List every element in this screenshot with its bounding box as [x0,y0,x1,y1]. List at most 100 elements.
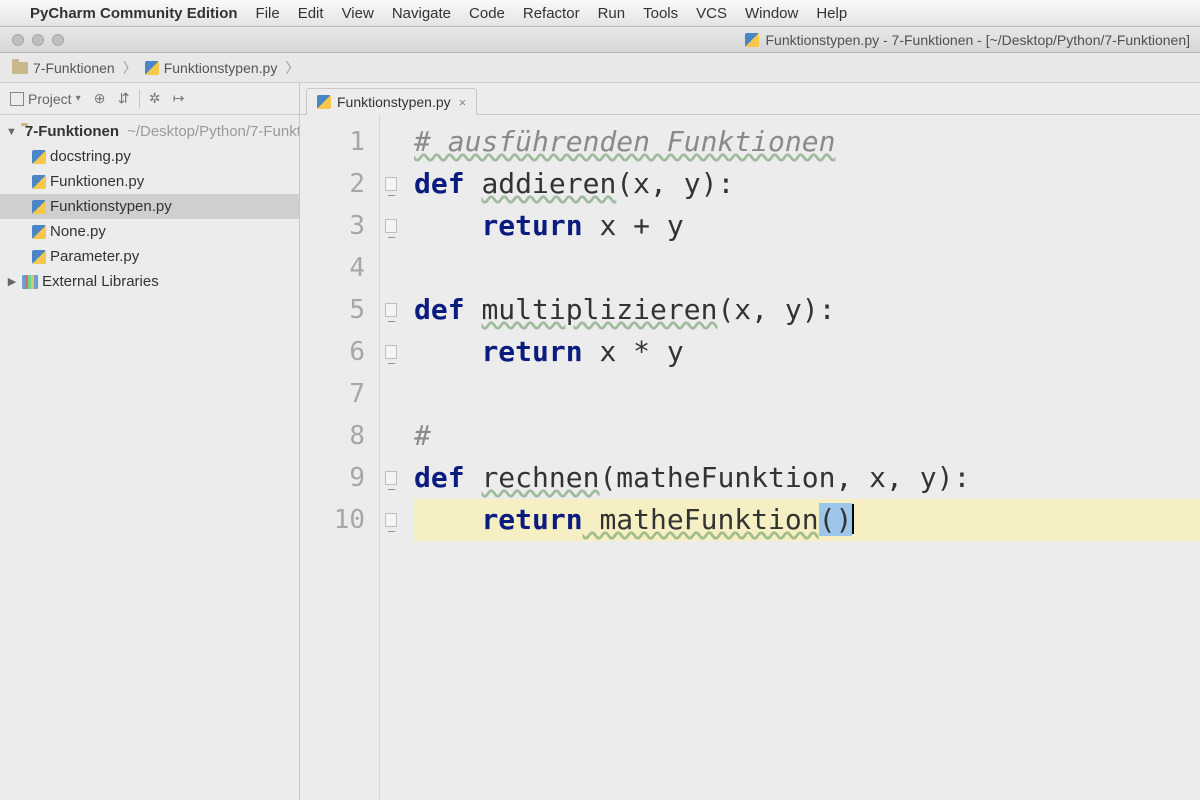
breadcrumb-folder-label: 7-Funktionen [33,60,115,76]
tree-file[interactable]: Parameter.py [0,244,299,269]
tree-root[interactable]: ▼ 7-Funktionen ~/Desktop/Python/7-Funkti… [0,119,299,144]
tree-external-libs[interactable]: ▶ External Libraries [0,269,299,294]
sidebar-toolbar: Project ▾ ⊕ ⇵ ✲ ↦ [0,83,299,115]
menu-window[interactable]: Window [745,5,798,22]
code-line[interactable]: return x + y [414,205,1200,247]
line-number: 7 [300,373,365,415]
code-line[interactable]: def multiplizieren(x, y): [414,289,1200,331]
code-line[interactable] [414,247,1200,289]
python-file-icon [145,61,159,75]
line-number-gutter: 12345678910 [300,115,380,800]
macos-menubar: PyCharm Community Edition File Edit View… [0,0,1200,27]
python-file-icon [745,33,759,47]
code-content[interactable]: # ausführenden Funktionen def addieren(x… [402,115,1200,800]
fold-toggle-icon[interactable] [385,177,397,191]
python-file-icon [317,95,331,109]
menu-edit[interactable]: Edit [298,5,324,22]
chevron-down-icon: ▾ [76,93,81,104]
line-number: 2 [300,163,365,205]
editor-tab-bar: Funktionstypen.py × [300,83,1200,115]
fold-toggle-icon[interactable] [385,471,397,485]
text-caret [852,504,854,534]
python-file-icon [32,175,46,189]
python-file-icon [32,150,46,164]
code-line-current[interactable]: return matheFunktion() [414,499,1200,541]
menu-code[interactable]: Code [469,5,505,22]
breadcrumb-file-label: Funktionstypen.py [164,60,278,76]
window-zoom-button[interactable] [52,34,64,46]
chevron-right-icon: 〉 [285,58,299,78]
fold-toggle-icon[interactable] [385,345,397,359]
chevron-right-icon: 〉 [123,58,137,78]
settings-gear-icon[interactable]: ✲ [146,90,164,108]
code-line[interactable] [414,373,1200,415]
tree-file-selected[interactable]: Funktionstypen.py [0,194,299,219]
window-titlebar: Funktionstypen.py - 7-Funktionen - [~/De… [0,27,1200,53]
menu-help[interactable]: Help [816,5,847,22]
external-libraries-icon [22,275,38,289]
line-number: 6 [300,331,365,373]
line-number: 1 [300,121,365,163]
tree-file-label: None.py [50,223,106,240]
code-line[interactable]: return x * y [414,331,1200,373]
hide-sidebar-icon[interactable]: ↦ [170,90,188,108]
python-file-icon [32,250,46,264]
fold-toggle-icon[interactable] [385,513,397,527]
menu-refactor[interactable]: Refactor [523,5,580,22]
tree-external-libs-label: External Libraries [42,273,159,290]
line-number: 5 [300,289,365,331]
app-menu[interactable]: PyCharm Community Edition [30,5,238,22]
menu-tools[interactable]: Tools [643,5,678,22]
tree-file[interactable]: docstring.py [0,144,299,169]
caret-down-icon[interactable]: ▼ [6,126,17,138]
separator [139,90,140,108]
close-tab-icon[interactable]: × [459,95,467,110]
line-number: 3 [300,205,365,247]
line-number: 9 [300,457,365,499]
project-tree[interactable]: ▼ 7-Funktionen ~/Desktop/Python/7-Funkti… [0,115,299,298]
fold-gutter [380,115,402,800]
collapse-all-icon[interactable]: ⇵ [115,90,133,108]
breadcrumb-folder[interactable]: 7-Funktionen [8,58,119,78]
project-view-label: Project [28,91,72,107]
tree-file[interactable]: None.py [0,219,299,244]
code-line[interactable]: # [414,415,1200,457]
window-close-button[interactable] [12,34,24,46]
editor-pane: Funktionstypen.py × 12345678910 # ausfüh… [300,83,1200,800]
line-number: 4 [300,247,365,289]
locate-icon[interactable]: ⊕ [91,90,109,108]
fold-toggle-icon[interactable] [385,219,397,233]
project-sidebar: Project ▾ ⊕ ⇵ ✲ ↦ ▼ 7-Funktionen ~/Deskt… [0,83,300,800]
tree-file-label: docstring.py [50,148,131,165]
code-line[interactable]: def addieren(x, y): [414,163,1200,205]
menu-run[interactable]: Run [598,5,626,22]
code-line[interactable]: # ausführenden Funktionen [414,121,1200,163]
python-file-icon [32,225,46,239]
breadcrumb: 7-Funktionen 〉 Funktionstypen.py 〉 [0,53,1200,83]
python-file-icon [32,200,46,214]
window-title: Funktionstypen.py - 7-Funktionen - [~/De… [765,32,1190,48]
menu-navigate[interactable]: Navigate [392,5,451,22]
editor-tab-label: Funktionstypen.py [337,94,451,110]
menu-vcs[interactable]: VCS [696,5,727,22]
editor-tab[interactable]: Funktionstypen.py × [306,88,477,115]
tree-file[interactable]: Funktionen.py [0,169,299,194]
menu-file[interactable]: File [256,5,280,22]
tree-file-label: Funktionen.py [50,173,144,190]
code-editor[interactable]: 12345678910 # ausführenden Funktionen de… [300,115,1200,800]
tree-file-label: Funktionstypen.py [50,198,172,215]
fold-toggle-icon[interactable] [385,303,397,317]
project-view-button[interactable]: Project ▾ [6,89,85,109]
tree-root-path: ~/Desktop/Python/7-Funktionen [127,123,299,140]
caret-right-icon[interactable]: ▶ [6,275,18,288]
folder-icon [12,62,28,74]
project-icon [10,92,24,106]
menu-view[interactable]: View [342,5,374,22]
line-number: 10 [300,499,365,541]
breadcrumb-file[interactable]: Funktionstypen.py [141,58,282,78]
code-line[interactable]: def rechnen(matheFunktion, x, y): [414,457,1200,499]
window-minimize-button[interactable] [32,34,44,46]
line-number: 8 [300,415,365,457]
tree-root-label: 7-Funktionen [25,123,119,140]
tree-file-label: Parameter.py [50,248,139,265]
